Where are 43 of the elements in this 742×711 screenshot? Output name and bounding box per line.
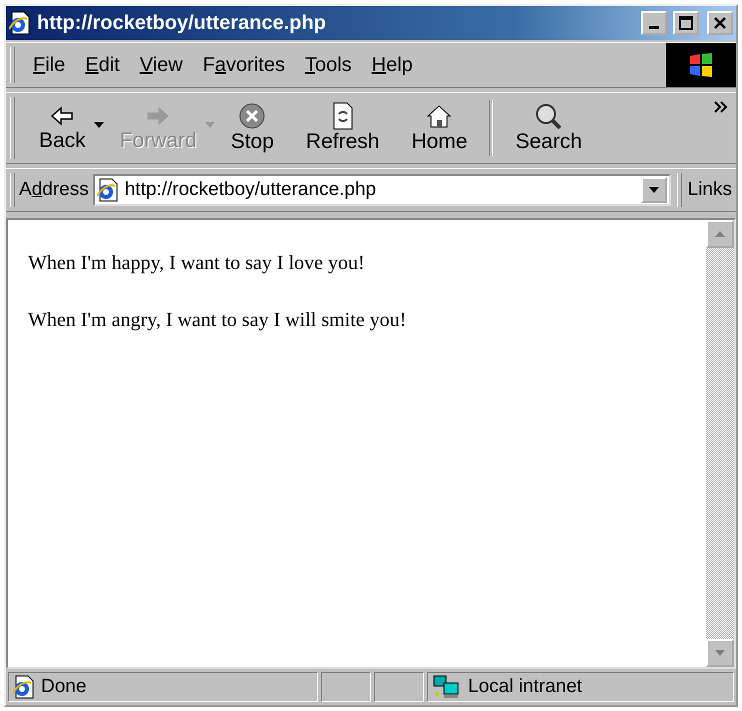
status-text: Done bbox=[41, 676, 86, 698]
window-title: http://rocketboy/utterance.php bbox=[37, 12, 327, 34]
minimize-button[interactable] bbox=[641, 11, 667, 35]
dropdown-arrow-icon bbox=[648, 187, 659, 193]
dropdown-button[interactable] bbox=[640, 177, 667, 203]
stop-button[interactable]: Stop bbox=[214, 100, 290, 156]
maximize-button[interactable] bbox=[673, 11, 699, 35]
scroll-up-button[interactable] bbox=[706, 220, 734, 248]
zone-text: Local intranet bbox=[468, 676, 582, 698]
status-pane bbox=[321, 672, 371, 702]
refresh-icon bbox=[330, 102, 355, 130]
close-icon bbox=[713, 16, 727, 30]
menu-item[interactable]: Favorites bbox=[192, 48, 295, 82]
up-arrow-icon bbox=[715, 231, 725, 237]
status-pane bbox=[374, 672, 424, 702]
search-button[interactable]: Search bbox=[499, 100, 598, 156]
address-label: Address bbox=[19, 179, 89, 201]
caret-icon[interactable] bbox=[94, 122, 104, 128]
search-icon bbox=[534, 102, 564, 130]
minimize-icon bbox=[649, 26, 659, 28]
stop-icon bbox=[238, 102, 266, 130]
menu-item[interactable]: Help bbox=[362, 48, 423, 82]
home-button[interactable]: Home bbox=[395, 100, 484, 156]
maximize-icon bbox=[679, 16, 693, 30]
refresh-button[interactable]: Refresh bbox=[290, 100, 396, 156]
menu-item[interactable]: File bbox=[23, 48, 76, 82]
page-text: When I'm happy, I want to say I love you! bbox=[28, 252, 366, 275]
page-text: When I'm angry, I want to say I will smite you! bbox=[28, 309, 408, 332]
page-icon bbox=[96, 178, 119, 202]
back-button[interactable]: Back bbox=[23, 101, 102, 155]
scrollbar[interactable] bbox=[706, 220, 734, 667]
scroll-down-button[interactable] bbox=[706, 639, 734, 667]
close-button[interactable] bbox=[707, 11, 733, 35]
menu-item[interactable]: View bbox=[130, 48, 193, 82]
menu-item[interactable]: Edit bbox=[75, 48, 130, 82]
chevron-icon[interactable] bbox=[714, 101, 728, 113]
links-button[interactable]: Links bbox=[684, 179, 736, 201]
windows-flag-icon bbox=[688, 52, 714, 78]
address-field[interactable]: http://rocketboy/utterance.php bbox=[92, 174, 671, 206]
menu-item[interactable]: Tools bbox=[294, 48, 362, 82]
down-arrow-icon bbox=[715, 650, 725, 656]
page-icon bbox=[13, 675, 35, 699]
page-icon bbox=[9, 11, 31, 35]
